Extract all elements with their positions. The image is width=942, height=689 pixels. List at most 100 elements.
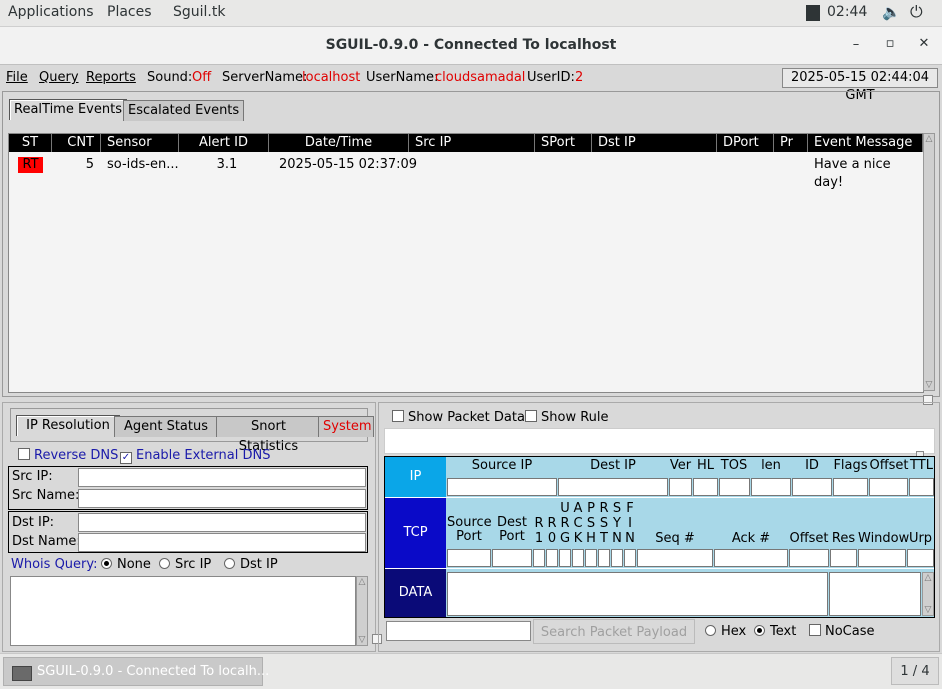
tcp-res-field[interactable] — [830, 549, 857, 567]
src-name-field[interactable] — [78, 489, 366, 508]
minimize-icon[interactable]: – — [846, 37, 866, 52]
dst-name-field[interactable] — [78, 533, 366, 552]
ip-hl-field[interactable] — [693, 478, 718, 496]
cell-cnt[interactable]: 5 — [52, 156, 94, 174]
show-rule-checkbox[interactable]: Show Rule — [525, 410, 609, 425]
checkbox-icon[interactable] — [809, 624, 821, 636]
ip-source-field[interactable] — [447, 478, 557, 496]
app-menu[interactable]: Sguil.tk — [173, 4, 225, 20]
workspace-indicator-icon[interactable] — [806, 5, 820, 21]
whois-none-radio[interactable]: None — [101, 557, 151, 572]
scroll-down-icon[interactable]: ▽ — [357, 635, 367, 645]
checkbox-icon[interactable] — [18, 448, 30, 460]
radio-icon[interactable] — [705, 625, 716, 636]
ip-dest-field[interactable] — [558, 478, 668, 496]
checked-icon[interactable]: ✓ — [120, 452, 132, 464]
tab-agent-status[interactable]: Agent Status — [114, 416, 218, 437]
ip-tos-field[interactable] — [719, 478, 750, 496]
col-dport[interactable]: DPort — [717, 134, 774, 152]
payload-text-view[interactable] — [829, 572, 921, 616]
workspace-switcher[interactable]: 1 / 4 — [891, 657, 939, 685]
scroll-up-icon[interactable]: △ — [357, 577, 367, 587]
scroll-up-icon[interactable]: △ — [923, 573, 933, 583]
scroll-up-icon[interactable]: △ — [924, 134, 934, 144]
menu-reports[interactable]: Reports — [86, 70, 136, 85]
col-dst-ip[interactable]: Dst IP — [592, 134, 717, 152]
cell-event-message[interactable]: Have a nice day! — [814, 156, 922, 190]
events-vscrollbar[interactable]: △ ▽ — [923, 133, 935, 391]
flag-ack-field[interactable] — [572, 549, 584, 567]
cell-dst-ip[interactable] — [598, 156, 716, 174]
whois-output[interactable] — [10, 576, 356, 646]
maximize-icon[interactable]: ▫ — [880, 36, 900, 51]
flag-r0-field[interactable] — [546, 549, 558, 567]
ip-flags-field[interactable] — [833, 478, 868, 496]
col-datetime[interactable]: Date/Time — [269, 134, 409, 152]
tab-realtime-events[interactable]: RealTime Events — [9, 99, 127, 120]
cell-alert-id[interactable]: 3.1 — [179, 156, 275, 174]
ip-offset-field[interactable] — [869, 478, 908, 496]
tab-ip-resolution[interactable]: IP Resolution — [16, 415, 120, 436]
nocase-checkbox[interactable]: NoCase — [809, 624, 875, 639]
places-menu[interactable]: Places — [107, 4, 152, 20]
flag-urg-field[interactable] — [559, 549, 571, 567]
col-cnt[interactable]: CNT — [52, 134, 101, 152]
show-packet-checkbox[interactable]: Show Packet Data — [392, 410, 525, 425]
scroll-down-icon[interactable]: ▽ — [923, 605, 933, 615]
tcp-window-field[interactable] — [858, 549, 906, 567]
tab-snort-statistics[interactable]: Snort Statistics — [216, 416, 321, 454]
tcp-ack-field[interactable] — [714, 549, 788, 567]
tab-system[interactable]: System — [318, 416, 374, 437]
radio-icon[interactable] — [159, 558, 170, 569]
external-dns-checkbox[interactable]: ✓ Enable External DNS — [120, 448, 270, 464]
radio-selected-icon[interactable] — [754, 625, 765, 636]
flag-fin-field[interactable] — [624, 549, 636, 567]
col-src-ip[interactable]: Src IP — [409, 134, 535, 152]
cell-pr[interactable] — [780, 156, 808, 174]
flag-r1-field[interactable] — [533, 549, 545, 567]
radio-icon[interactable] — [224, 558, 235, 569]
tab-escalated-events[interactable]: Escalated Events — [123, 100, 245, 121]
scroll-down-icon[interactable]: ▽ — [924, 380, 934, 390]
checkbox-icon[interactable] — [392, 410, 404, 422]
ip-len-field[interactable] — [751, 478, 791, 496]
cell-sensor[interactable]: so-ids-en... — [107, 156, 179, 174]
cell-sport[interactable] — [541, 156, 591, 174]
tcp-src-port-field[interactable] — [447, 549, 491, 567]
checkbox-icon[interactable] — [525, 410, 537, 422]
cell-src-ip[interactable] — [415, 156, 535, 174]
radio-selected-icon[interactable] — [101, 558, 112, 569]
applications-menu[interactable]: Applications — [8, 4, 94, 20]
payload-search-input[interactable] — [386, 621, 531, 641]
col-alert-id[interactable]: Alert ID — [179, 134, 269, 152]
tcp-dst-port-field[interactable] — [492, 549, 532, 567]
flag-psh-field[interactable] — [585, 549, 597, 567]
power-icon[interactable]: ⏻ — [910, 2, 923, 22]
volume-icon[interactable]: 🔈 — [882, 3, 901, 21]
payload-vscrollbar[interactable]: △ ▽ — [922, 572, 934, 616]
whois-vscrollbar[interactable]: △ ▽ — [356, 576, 368, 646]
reverse-dns-checkbox[interactable]: Reverse DNS — [18, 448, 118, 463]
ip-id-field[interactable] — [792, 478, 832, 496]
src-ip-field[interactable] — [78, 468, 366, 487]
payload-hex-view[interactable] — [447, 572, 828, 616]
hex-radio[interactable]: Hex — [705, 624, 746, 639]
flag-syn-field[interactable] — [611, 549, 623, 567]
search-payload-button[interactable]: Search Packet Payload — [533, 619, 695, 644]
status-badge[interactable]: RT — [18, 157, 43, 173]
col-sport[interactable]: SPort — [535, 134, 592, 152]
ip-ttl-field[interactable] — [909, 478, 934, 496]
dst-ip-field[interactable] — [78, 513, 366, 532]
clock[interactable]: 02:44 — [827, 4, 867, 20]
ip-ver-field[interactable] — [669, 478, 692, 496]
tcp-urp-field[interactable] — [907, 549, 934, 567]
rule-display[interactable] — [384, 428, 935, 454]
cell-datetime[interactable]: 2025-05-15 02:37:09 — [279, 156, 419, 174]
text-radio[interactable]: Text — [754, 624, 796, 639]
menu-query[interactable]: Query — [39, 70, 79, 85]
flag-rst-field[interactable] — [598, 549, 610, 567]
close-icon[interactable]: ✕ — [914, 36, 934, 51]
menu-file[interactable]: File — [6, 70, 28, 85]
col-event-message[interactable]: Event Message — [808, 134, 923, 152]
col-sensor[interactable]: Sensor — [101, 134, 179, 152]
